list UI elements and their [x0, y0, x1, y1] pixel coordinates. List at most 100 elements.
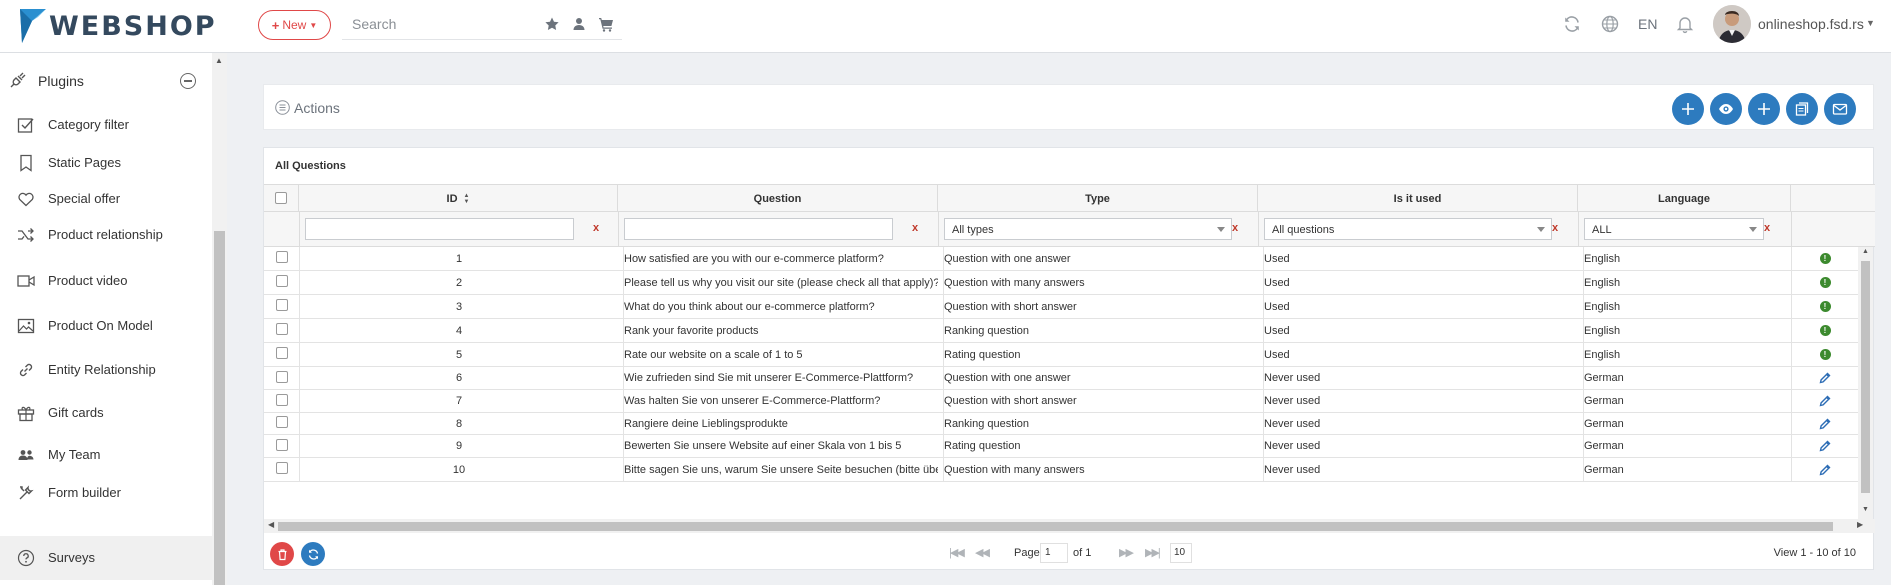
row-checkbox[interactable]: [276, 299, 288, 311]
pencil-icon[interactable]: [1819, 464, 1831, 476]
language-selector[interactable]: EN: [1638, 16, 1657, 32]
column-header-language[interactable]: Language: [1578, 185, 1791, 213]
table-row[interactable]: 1 How satisfied are you with our e-commer…: [264, 247, 1858, 271]
question-filter-input[interactable]: [624, 218, 893, 240]
cell-question: What do you think about our e-commerce p…: [623, 295, 938, 318]
pencil-icon[interactable]: [1819, 395, 1831, 407]
language-filter-clear[interactable]: x: [1764, 222, 1770, 234]
sidebar-item-form-builder[interactable]: Form builder: [0, 474, 212, 512]
scrollbar-thumb[interactable]: [278, 522, 1833, 531]
info-icon[interactable]: !: [1819, 325, 1831, 336]
sidebar-item-product-video[interactable]: Product video: [0, 262, 212, 300]
row-checkbox[interactable]: [276, 462, 288, 474]
scroll-down-icon[interactable]: ▼: [1862, 506, 1869, 513]
cell-question: How satisfied are you with our e-commerc…: [623, 247, 938, 270]
table-row[interactable]: 7 Was halten Sie von unserer E-Commerce-P…: [264, 390, 1858, 413]
row-action-cell: [1791, 413, 1858, 434]
archive-button[interactable]: [1786, 93, 1818, 125]
first-page-icon[interactable]: |◀◀: [949, 546, 965, 559]
language-filter-select[interactable]: ALL: [1584, 218, 1764, 240]
cart-icon[interactable]: [598, 16, 614, 32]
pencil-icon[interactable]: [1819, 372, 1831, 384]
grid-horizontal-scrollbar[interactable]: ◀ ▶: [264, 519, 1875, 533]
row-checkbox[interactable]: [276, 439, 288, 451]
table-row[interactable]: 6 Wie zufrieden sind Sie mit unserer E-Co…: [264, 367, 1858, 390]
row-checkbox[interactable]: [276, 394, 288, 406]
next-page-icon[interactable]: ▶▶: [1119, 546, 1134, 559]
info-icon[interactable]: !: [1819, 253, 1831, 264]
info-icon[interactable]: !: [1819, 349, 1831, 360]
sidebar-item-my-team[interactable]: My Team: [0, 436, 212, 474]
column-header-question[interactable]: Question: [618, 185, 938, 213]
sidebar-item-product-relationship[interactable]: Product relationship: [0, 216, 212, 254]
info-icon[interactable]: !: [1819, 277, 1831, 288]
globe-icon[interactable]: [1600, 14, 1620, 34]
scrollbar-thumb[interactable]: [214, 231, 225, 585]
email-button[interactable]: [1824, 93, 1856, 125]
sidebar-item-special-offer[interactable]: Special offer: [0, 180, 212, 218]
sidebar-item-entity-relationship[interactable]: Entity Relationship: [0, 351, 212, 389]
row-checkbox[interactable]: [276, 323, 288, 335]
column-header-used[interactable]: Is it used: [1258, 185, 1578, 213]
row-checkbox[interactable]: [276, 251, 288, 263]
sidebar-item-surveys[interactable]: Surveys: [0, 536, 212, 580]
pencil-icon[interactable]: [1819, 440, 1831, 452]
scroll-up-icon[interactable]: ▲: [215, 56, 223, 65]
collapse-icon[interactable]: [180, 73, 196, 89]
scroll-left-icon[interactable]: ◀: [268, 520, 274, 529]
type-filter-select[interactable]: All types: [944, 218, 1232, 240]
table-row[interactable]: 5 Rate our website on a scale of 1 to 5 Ra…: [264, 343, 1858, 367]
chevron-down-icon[interactable]: ▼: [1866, 18, 1875, 28]
row-checkbox[interactable]: [276, 416, 288, 428]
prev-page-icon[interactable]: ◀◀: [975, 546, 990, 559]
column-header-id[interactable]: ID ▲ ▼: [299, 185, 618, 213]
column-header-type[interactable]: Type: [938, 185, 1258, 213]
table-row[interactable]: 3 What do you think about our e-commerce …: [264, 295, 1858, 319]
new-button[interactable]: + New ▼: [258, 10, 331, 40]
table-row[interactable]: 4 Rank your favorite products Ranking ques…: [264, 319, 1858, 343]
user-name[interactable]: onlineshop.fsd.rs: [1758, 16, 1864, 32]
id-filter-input[interactable]: [305, 218, 574, 240]
sidebar-item-gift-cards[interactable]: Gift cards: [0, 394, 212, 432]
sidebar-scrollbar[interactable]: ▲: [212, 53, 227, 585]
type-filter-clear[interactable]: x: [1232, 222, 1238, 234]
sidebar-item-category-filter[interactable]: Category filter: [0, 106, 212, 144]
logo[interactable]: WEBSHOP: [20, 6, 217, 46]
preview-button[interactable]: [1710, 93, 1742, 125]
page-size-select[interactable]: 10: [1170, 543, 1192, 563]
row-checkbox[interactable]: [276, 347, 288, 359]
used-filter-clear[interactable]: x: [1552, 222, 1558, 234]
user-icon[interactable]: [571, 16, 587, 32]
star-icon[interactable]: [544, 16, 560, 32]
sidebar-section-plugins[interactable]: Plugins: [0, 63, 212, 99]
select-all-checkbox[interactable]: [275, 192, 287, 204]
info-icon[interactable]: !: [1819, 301, 1831, 312]
table-row[interactable]: 9 Bewerten Sie unsere Website auf einer S…: [264, 435, 1858, 458]
sidebar-item-static-pages[interactable]: Static Pages: [0, 144, 212, 182]
row-checkbox[interactable]: [276, 275, 288, 287]
table-row[interactable]: 10 Bitte sagen Sie uns, warum Sie unsere …: [264, 458, 1858, 482]
question-filter-clear[interactable]: x: [912, 222, 918, 234]
id-filter-clear[interactable]: x: [593, 222, 599, 234]
scroll-up-icon[interactable]: ▲: [1862, 248, 1869, 255]
pencil-icon[interactable]: [1819, 418, 1831, 430]
grid-vertical-scrollbar[interactable]: ▲ ▼: [1858, 247, 1873, 519]
bell-icon[interactable]: [1675, 14, 1695, 34]
page-number-input[interactable]: 1: [1040, 543, 1068, 563]
delete-button[interactable]: [270, 542, 294, 566]
search-input[interactable]: [352, 14, 532, 34]
add-button[interactable]: [1672, 93, 1704, 125]
scrollbar-thumb[interactable]: [1861, 261, 1870, 493]
scroll-right-icon[interactable]: ▶: [1857, 520, 1863, 529]
row-checkbox[interactable]: [276, 371, 288, 383]
last-page-icon[interactable]: ▶▶|: [1145, 546, 1161, 559]
add-question-button[interactable]: [1748, 93, 1780, 125]
table-row[interactable]: 8 Rangiere deine Lieblingsprodukte Ranking…: [264, 413, 1858, 435]
avatar[interactable]: [1713, 5, 1751, 43]
reload-button[interactable]: [301, 542, 325, 566]
refresh-icon[interactable]: [1562, 14, 1582, 34]
used-filter-select[interactable]: All questions: [1264, 218, 1552, 240]
table-row[interactable]: 2 Please tell us why you visit our site (…: [264, 271, 1858, 295]
sort-icon[interactable]: ▲ ▼: [464, 193, 470, 205]
sidebar-item-product-on-model[interactable]: Product On Model: [0, 307, 212, 345]
